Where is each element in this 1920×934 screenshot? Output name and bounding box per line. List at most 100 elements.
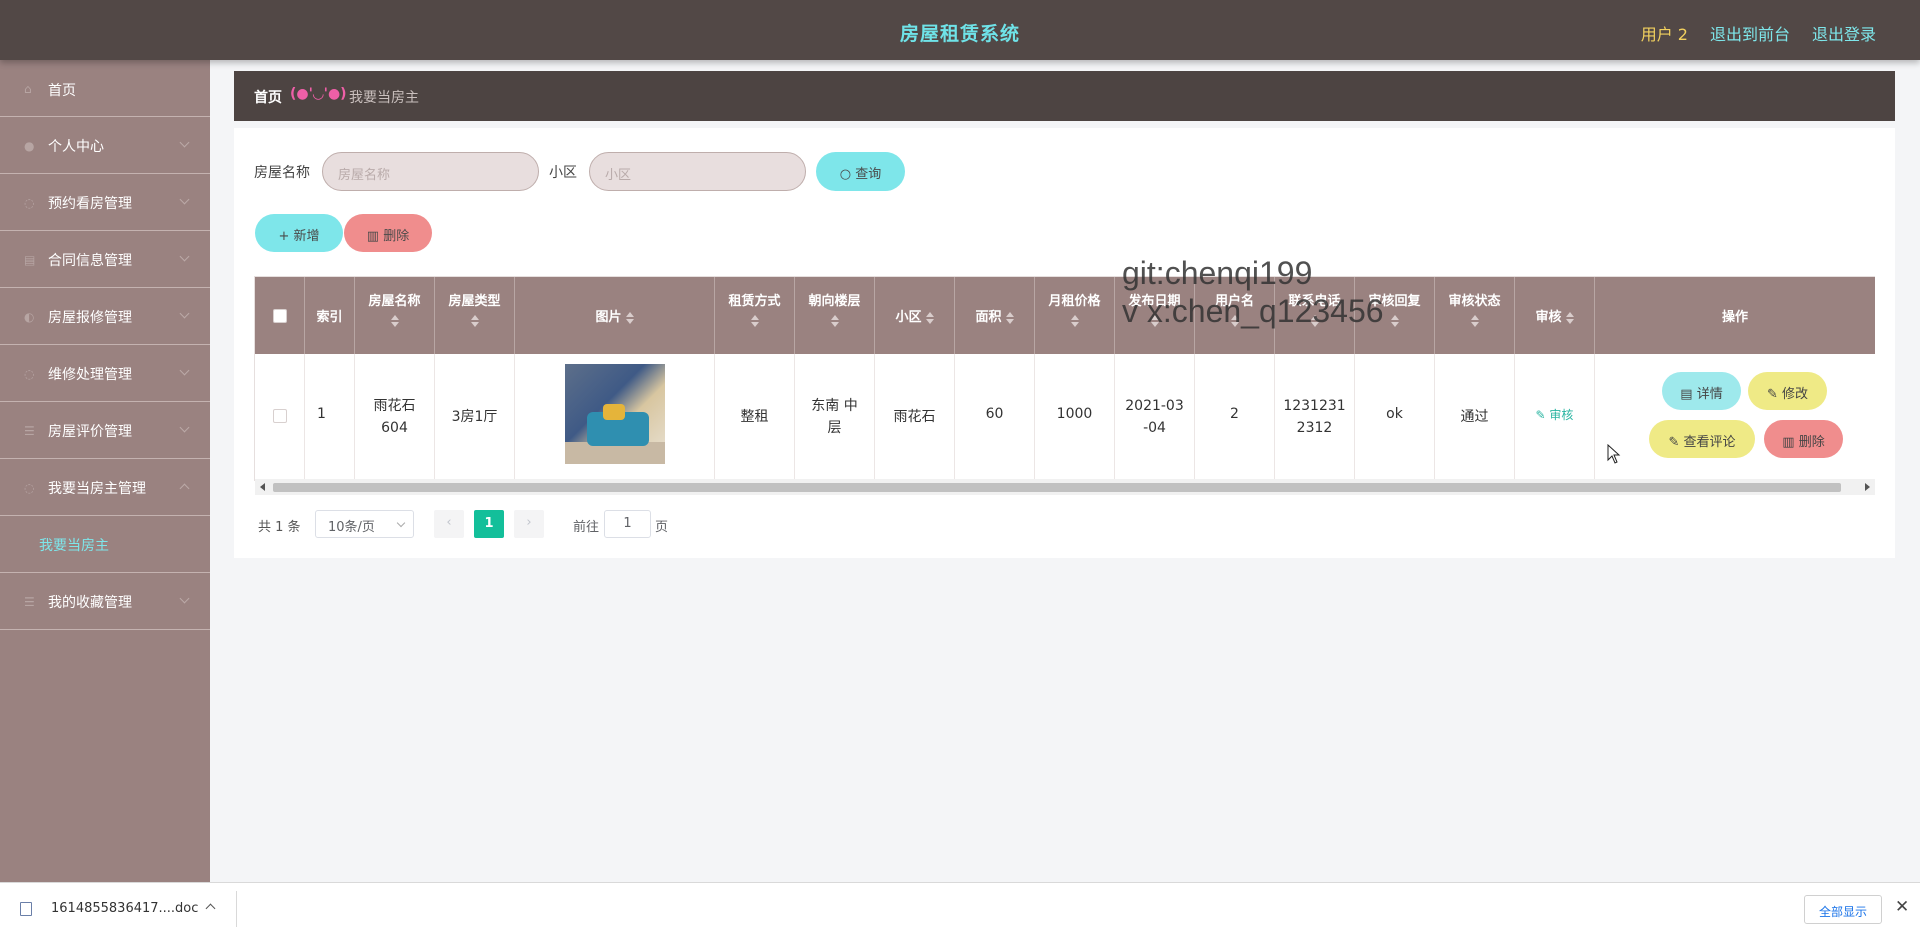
sort-icon[interactable]	[1005, 311, 1014, 324]
cell-phone: 12312312312	[1275, 354, 1355, 479]
row-select-cell	[255, 354, 305, 479]
sidebar-item-label: 预约看房管理	[48, 196, 132, 212]
document-icon: ▤	[24, 253, 36, 267]
scroll-right-arrow-icon[interactable]	[1865, 483, 1870, 491]
scroll-left-arrow-icon[interactable]	[260, 483, 265, 491]
sidebar-item-label: 房屋报修管理	[48, 310, 132, 326]
sort-icon[interactable]	[1070, 315, 1079, 327]
next-page-button[interactable]: ›	[514, 510, 544, 538]
sidebar-item-label: 我的收藏管理	[48, 595, 132, 611]
trash-icon: ▥	[1782, 435, 1799, 450]
header-image[interactable]: 图片	[515, 277, 715, 354]
divider	[236, 891, 237, 927]
add-button[interactable]: + 新增	[255, 214, 343, 252]
header-status[interactable]: 审核状态	[1435, 277, 1515, 354]
header-house-name[interactable]: 房屋名称	[355, 277, 435, 354]
batch-delete-button-label: 删除	[383, 229, 410, 244]
audit-link[interactable]: ✎ 审核	[1515, 406, 1594, 423]
sort-icon[interactable]	[625, 311, 634, 324]
chevron-down-icon	[179, 593, 190, 604]
view-reviews-button[interactable]: ✎ 查看评论	[1649, 420, 1755, 458]
sidebar-item-home[interactable]: ⌂ 首页	[0, 60, 210, 117]
watermark-line-2: v x:chen_q123456	[1122, 293, 1384, 329]
sidebar-item-favorites[interactable]: ☰ 我的收藏管理	[0, 573, 210, 630]
exit-to-front-link[interactable]: 退出到前台	[1710, 21, 1790, 45]
breadcrumb-current: 我要当房主	[349, 90, 419, 106]
header-rent-mode[interactable]: 租赁方式	[715, 277, 795, 354]
sidebar-item-house-reviews[interactable]: ☰ 房屋评价管理	[0, 402, 210, 459]
cell-rent-mode: 整租	[715, 354, 795, 479]
sort-icon[interactable]	[750, 315, 759, 327]
header-index: 索引	[305, 277, 355, 354]
page-suffix: 页	[655, 520, 669, 535]
cell-community: 雨花石	[875, 354, 955, 479]
cell-area: 60	[955, 354, 1035, 479]
sort-icon[interactable]	[390, 315, 399, 327]
sort-icon[interactable]	[925, 311, 934, 324]
breadcrumb-home[interactable]: 首页	[254, 87, 282, 107]
user-icon: ●	[24, 139, 35, 153]
page-size-select[interactable]: 10条/页	[315, 510, 414, 538]
table-header: 索引 房屋名称 房屋类型 图片 租赁方式 朝向楼层 小区 面积 月租价格 发布日…	[255, 277, 1875, 354]
community-input[interactable]: 小区	[589, 152, 806, 191]
header-orientation[interactable]: 朝向楼层	[795, 277, 875, 354]
header-area[interactable]: 面积	[955, 277, 1035, 354]
cell-index: 1	[305, 354, 355, 479]
header-audit[interactable]: 审核	[1515, 277, 1595, 354]
select-all-checkbox[interactable]	[273, 309, 287, 323]
sidebar-item-label: 维修处理管理	[48, 367, 132, 383]
cell-date: 2021-03-04	[1115, 354, 1195, 479]
scroll-thumb[interactable]	[273, 483, 1841, 492]
query-button[interactable]: ○ 查询	[816, 152, 905, 191]
header-community[interactable]: 小区	[875, 277, 955, 354]
watermark: git:chenqi199 v x:chen_q123456	[1122, 254, 1384, 330]
document-icon	[20, 902, 32, 916]
goto-page-input[interactable]: 1	[604, 510, 651, 538]
select-all-column	[255, 277, 305, 354]
sort-icon[interactable]	[1470, 315, 1479, 327]
sidebar-subitem-become-landlord[interactable]: 我要当房主	[0, 516, 210, 573]
chevron-up-icon[interactable]	[205, 903, 216, 914]
sort-icon[interactable]	[1565, 311, 1574, 324]
sidebar-item-contracts[interactable]: ▤ 合同信息管理	[0, 231, 210, 288]
chevron-down-icon	[396, 518, 406, 528]
edit-button[interactable]: ✎ 修改	[1748, 372, 1827, 410]
cell-price: 1000	[1035, 354, 1115, 479]
row-checkbox[interactable]	[273, 409, 287, 423]
page-number-current[interactable]: 1	[474, 510, 504, 538]
close-icon[interactable]: ✕	[1895, 897, 1909, 917]
sidebar-item-label: 首页	[48, 83, 76, 99]
cell-image	[515, 354, 715, 479]
house-name-input[interactable]: 房屋名称	[322, 152, 539, 191]
logout-link[interactable]: 退出登录	[1812, 21, 1876, 45]
header-operations: 操作	[1721, 310, 1748, 325]
sort-icon[interactable]	[1390, 315, 1399, 327]
row-delete-button[interactable]: ▥ 删除	[1764, 420, 1843, 458]
sidebar: ⌂ 首页 ● 个人中心 ◌ 预约看房管理 ▤ 合同信息管理 ◐ 房屋报修管理 ◌…	[0, 60, 210, 882]
sidebar-item-label: 个人中心	[48, 139, 104, 155]
horizontal-scrollbar[interactable]	[255, 479, 1875, 495]
sidebar-item-label: 我要当房主管理	[48, 481, 146, 497]
download-file-name[interactable]: 1614855836417....doc	[51, 901, 198, 916]
chevron-down-icon	[179, 422, 190, 433]
chevron-down-icon	[179, 365, 190, 376]
prev-page-button[interactable]: ‹	[434, 510, 464, 538]
show-all-downloads-button[interactable]: 全部显示	[1804, 895, 1882, 924]
sidebar-item-repair-requests[interactable]: ◐ 房屋报修管理	[0, 288, 210, 345]
chevron-down-icon	[179, 251, 190, 262]
header-price[interactable]: 月租价格	[1035, 277, 1115, 354]
sidebar-item-repair-handling[interactable]: ◌ 维修处理管理	[0, 345, 210, 402]
sort-icon[interactable]	[830, 315, 839, 327]
sidebar-item-landlord-management[interactable]: ◌ 我要当房主管理	[0, 459, 210, 516]
goto-label: 前往	[573, 520, 600, 535]
edit-icon: ✎	[1766, 387, 1782, 402]
sidebar-item-personal-center[interactable]: ● 个人中心	[0, 117, 210, 174]
detail-button[interactable]: ▤ 详情	[1662, 372, 1741, 410]
batch-delete-button[interactable]: ▥ 删除	[344, 214, 432, 252]
query-button-label: 查询	[855, 167, 882, 182]
house-photo[interactable]	[565, 364, 665, 464]
sort-icon[interactable]	[470, 315, 479, 327]
sidebar-item-viewing-appointments[interactable]: ◌ 预约看房管理	[0, 174, 210, 231]
header-house-type[interactable]: 房屋类型	[435, 277, 515, 354]
pagination-total: 共 1 条	[258, 520, 301, 535]
